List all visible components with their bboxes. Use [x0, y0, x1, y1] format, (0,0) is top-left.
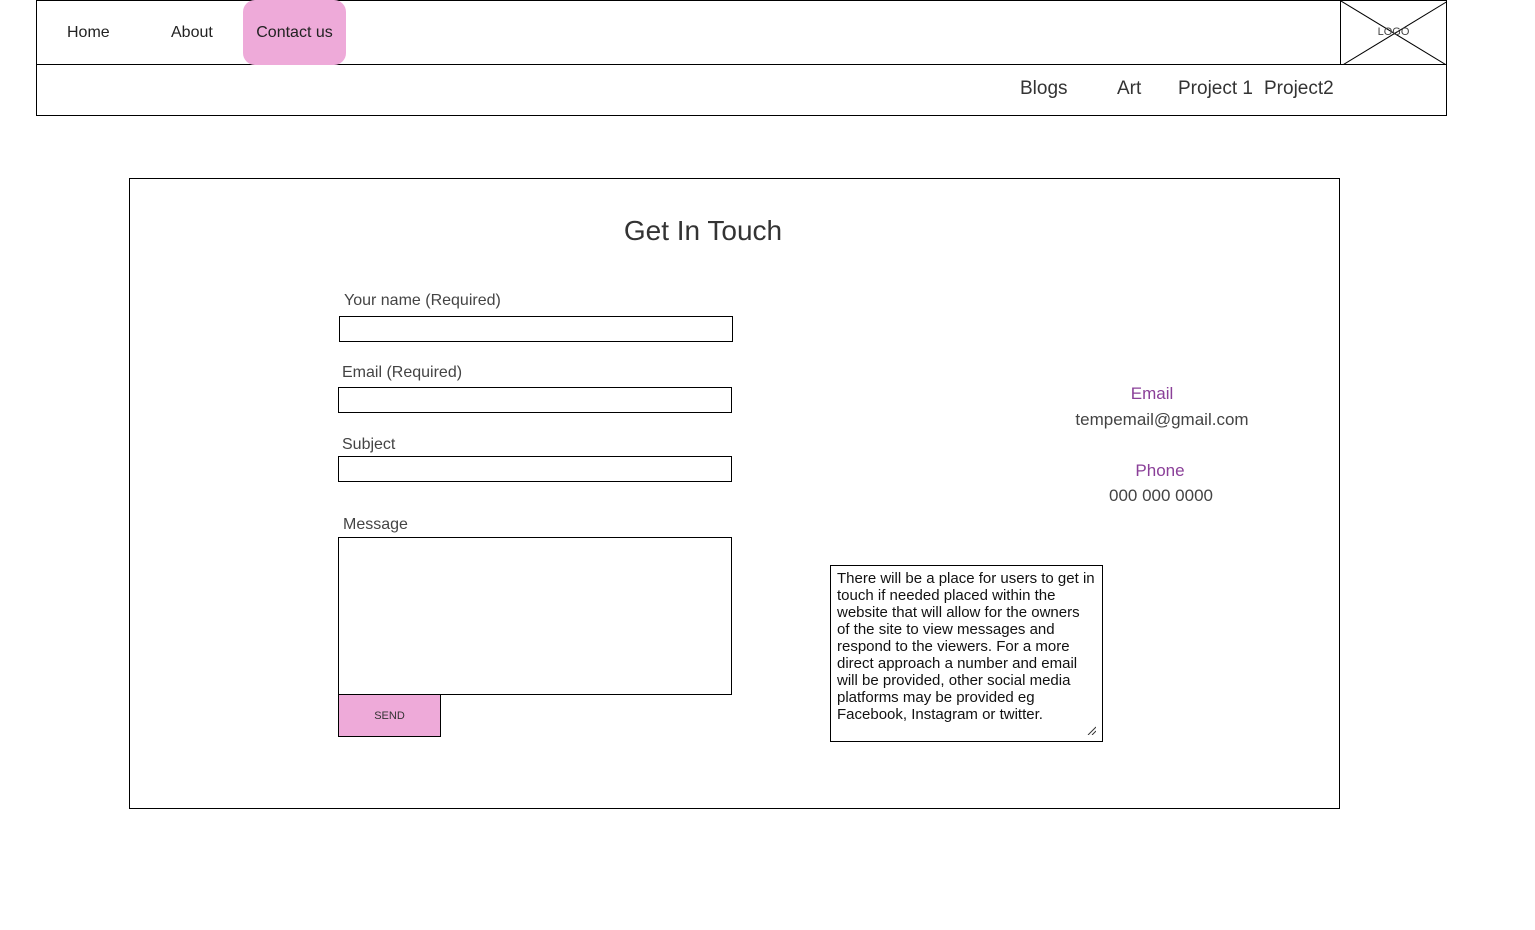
- phone-heading: Phone: [1135, 461, 1185, 480]
- logo-placeholder[interactable]: LOGO: [1340, 0, 1447, 65]
- subnav-project1-link[interactable]: Project 1: [1178, 78, 1253, 100]
- email-input[interactable]: [338, 387, 732, 413]
- contact-panel: Get In Touch Your name (Required) Email …: [129, 178, 1340, 809]
- phone-value: 000 000 0000: [1109, 486, 1213, 505]
- subnav-art-link[interactable]: Art: [1117, 78, 1141, 100]
- logo-text: LOGO: [1377, 26, 1410, 38]
- nav-about-link[interactable]: About: [171, 23, 213, 43]
- email-value: tempemail@gmail.com: [1075, 410, 1249, 429]
- message-textarea[interactable]: [338, 537, 732, 695]
- resize-grip-icon[interactable]: [1086, 725, 1096, 735]
- name-label: Your name (Required): [344, 292, 501, 309]
- nav-contact-label: Contact us: [256, 23, 333, 41]
- send-button-label: SEND: [374, 709, 405, 722]
- message-label: Message: [343, 516, 408, 533]
- secondary-navigation-bar: Blogs Art Project 1 Project2: [36, 64, 1447, 116]
- top-navigation-bar: Home About Contact us LOGO: [36, 0, 1447, 65]
- nav-home-link[interactable]: Home: [67, 23, 110, 43]
- name-input[interactable]: [339, 316, 733, 342]
- nav-contact-link[interactable]: Contact us: [243, 0, 346, 65]
- subnav-blogs-link[interactable]: Blogs: [1020, 78, 1068, 100]
- annotation-note-text: There will be a place for users to get i…: [837, 570, 1095, 723]
- send-button[interactable]: SEND: [338, 694, 441, 737]
- email-heading: Email: [1130, 384, 1174, 403]
- subject-input[interactable]: [338, 456, 732, 482]
- annotation-note[interactable]: There will be a place for users to get i…: [830, 565, 1103, 742]
- page-title: Get In Touch: [623, 215, 783, 246]
- subject-label: Subject: [342, 436, 396, 453]
- subnav-project2-link[interactable]: Project2: [1264, 78, 1334, 100]
- email-label: Email (Required): [342, 364, 463, 381]
